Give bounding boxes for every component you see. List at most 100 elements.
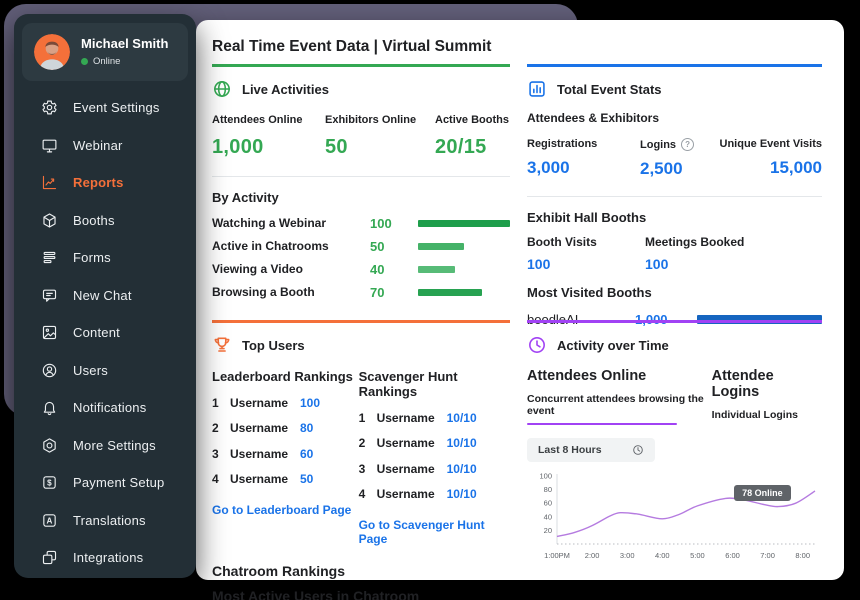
rank-username: Username	[230, 472, 300, 486]
dashboard-card: Real Time Event Data | Virtual Summit Li…	[196, 20, 844, 580]
trophy-icon	[212, 335, 232, 355]
exhibit-stat: Booth Visits100	[527, 235, 645, 272]
total-stat: Logins? 2,500	[640, 138, 720, 179]
online-status-label: Online	[93, 56, 120, 67]
stat-value: 50	[325, 136, 435, 159]
sidebar-item-label: Booths	[73, 213, 115, 228]
activity-label: Watching a Webinar	[212, 216, 370, 230]
sidebar-item-booths[interactable]: Booths	[14, 202, 196, 240]
sidebar-item-notifications[interactable]: Notifications	[14, 389, 196, 427]
activity-bar-track	[418, 289, 510, 296]
clock-icon	[632, 444, 644, 456]
stat-value: 2,500	[640, 159, 720, 179]
active-tab-underline	[527, 423, 677, 425]
y-tick-label: 100	[539, 472, 552, 481]
rankings-column: Leaderboard Rankings1Username1002Usernam…	[212, 369, 359, 546]
sidebar-item-new-chat[interactable]: New Chat	[14, 277, 196, 315]
rankings-column: Scavenger Hunt Rankings1Username10/102Us…	[359, 369, 510, 546]
rankings-page-link[interactable]: Go to Scavenger Hunt Page	[359, 518, 510, 546]
sidebar-item-event-settings[interactable]: Event Settings	[14, 89, 196, 127]
avatar	[34, 34, 70, 70]
ranking-row: 2Username10/10	[359, 436, 510, 450]
sidebar: Michael Smith Online Event Settings Webin…	[14, 14, 196, 578]
time-range-selector[interactable]: Last 8 Hours	[527, 438, 655, 462]
monitor-icon	[41, 137, 58, 154]
rank-value: 100	[300, 396, 320, 410]
activity-bar	[418, 266, 455, 273]
stat-value: 100	[645, 256, 763, 272]
sidebar-item-content[interactable]: Content	[14, 314, 196, 352]
sidebar-item-forms[interactable]: Forms	[14, 239, 196, 277]
exhibit-hall-title: Exhibit Hall Booths	[527, 210, 822, 225]
rankings-column-title: Leaderboard Rankings	[212, 369, 359, 384]
attendees-exhibitors-subtitle: Attendees & Exhibitors	[527, 111, 822, 125]
activity-bar	[418, 220, 510, 227]
divider	[527, 196, 822, 197]
x-tick-label: 6:00	[725, 551, 740, 560]
tab-label[interactable]: Attendees Online	[527, 368, 712, 384]
rank-username: Username	[377, 487, 447, 501]
tab-attendee-logins[interactable]: Attendee Logins Individual Logins	[712, 368, 822, 425]
divider	[212, 176, 510, 177]
sidebar-item-reports[interactable]: Reports	[14, 164, 196, 202]
x-tick-label: 4:00	[655, 551, 670, 560]
by-activity-rows: Watching a Webinar100Active in Chatrooms…	[212, 218, 510, 297]
ranking-row: 4Username50	[212, 472, 359, 486]
cube-icon	[41, 212, 58, 229]
rank-value: 10/10	[447, 411, 477, 425]
x-tick-label: 1:00PM	[544, 551, 570, 560]
stat-label: Registrations	[527, 138, 640, 150]
sidebar-item-label: Webinar	[73, 138, 123, 153]
by-activity-row: Watching a Webinar100	[212, 218, 510, 228]
y-tick-label: 20	[544, 526, 552, 535]
sidebar-item-label: Reports	[73, 175, 124, 190]
help-icon[interactable]: ?	[681, 138, 694, 151]
svg-text:$: $	[47, 479, 52, 488]
stat-value: 3,000	[527, 158, 640, 178]
tab-attendees-online[interactable]: Attendees OnlineConcurrent attendees bro…	[527, 368, 712, 425]
panel-live-activities: Live Activities Attendees Online1,000Exh…	[212, 64, 510, 320]
user-profile[interactable]: Michael Smith Online	[22, 23, 188, 81]
total-event-stats-title: Total Event Stats	[557, 82, 662, 97]
sidebar-item-label: Forms	[73, 250, 111, 265]
sidebar-item-payment-setup[interactable]: $ Payment Setup	[14, 464, 196, 502]
sidebar-item-users[interactable]: Users	[14, 352, 196, 390]
tab-label[interactable]: Attendee Logins	[712, 368, 822, 400]
activity-value: 70	[370, 285, 418, 300]
total-stat: Registrations 3,000	[527, 138, 640, 179]
y-tick-label: 60	[544, 499, 552, 508]
live-activities-title: Live Activities	[242, 82, 329, 97]
sidebar-item-label: Event Settings	[73, 100, 160, 115]
sidebar-item-integrations[interactable]: Integrations	[14, 539, 196, 577]
rank-value: 80	[300, 421, 313, 435]
exhibit-stat: Meetings Booked100	[645, 235, 763, 272]
rank-number: 3	[212, 447, 230, 461]
sidebar-nav: Event Settings Webinar Reports Booths Forms N…	[14, 89, 196, 577]
sidebar-item-more-settings[interactable]: More Settings	[14, 427, 196, 465]
rank-number: 1	[212, 396, 230, 410]
bar-chart-icon	[527, 79, 547, 99]
sidebar-item-webinar[interactable]: Webinar	[14, 127, 196, 165]
line-chart: 204060801001:00PM2:003:004:005:006:007:0…	[527, 470, 819, 562]
activity-bar	[418, 243, 464, 250]
rankings-column-title: Scavenger Hunt Rankings	[359, 369, 510, 399]
sidebar-item-label: Payment Setup	[73, 475, 165, 490]
stat-label: Logins?	[640, 138, 720, 151]
by-activity-row: Viewing a Video40	[212, 264, 510, 274]
rankings-page-link[interactable]: Go to Leaderboard Page	[212, 503, 359, 517]
sidebar-item-label: More Settings	[73, 438, 156, 453]
sidebar-item-translations[interactable]: ATranslations	[14, 502, 196, 540]
rank-username: Username	[377, 462, 447, 476]
nut-icon	[41, 437, 58, 454]
tab-subtitle: Individual Logins	[712, 409, 822, 421]
rank-username: Username	[230, 396, 300, 410]
rankings-columns: Leaderboard Rankings1Username1002Usernam…	[212, 369, 510, 546]
stat-label: Booth Visits	[527, 235, 645, 249]
most-visited-title: Most Visited Booths	[527, 285, 822, 300]
ranking-row: 1Username100	[212, 396, 359, 410]
rank-value: 50	[300, 472, 313, 486]
sidebar-item-label: Integrations	[73, 550, 143, 565]
total-stats: Registrations3,000Logins?2,500Unique Eve…	[527, 138, 822, 179]
chat-icon	[41, 287, 58, 304]
exhibit-stats: Booth Visits100Meetings Booked100	[527, 235, 822, 272]
